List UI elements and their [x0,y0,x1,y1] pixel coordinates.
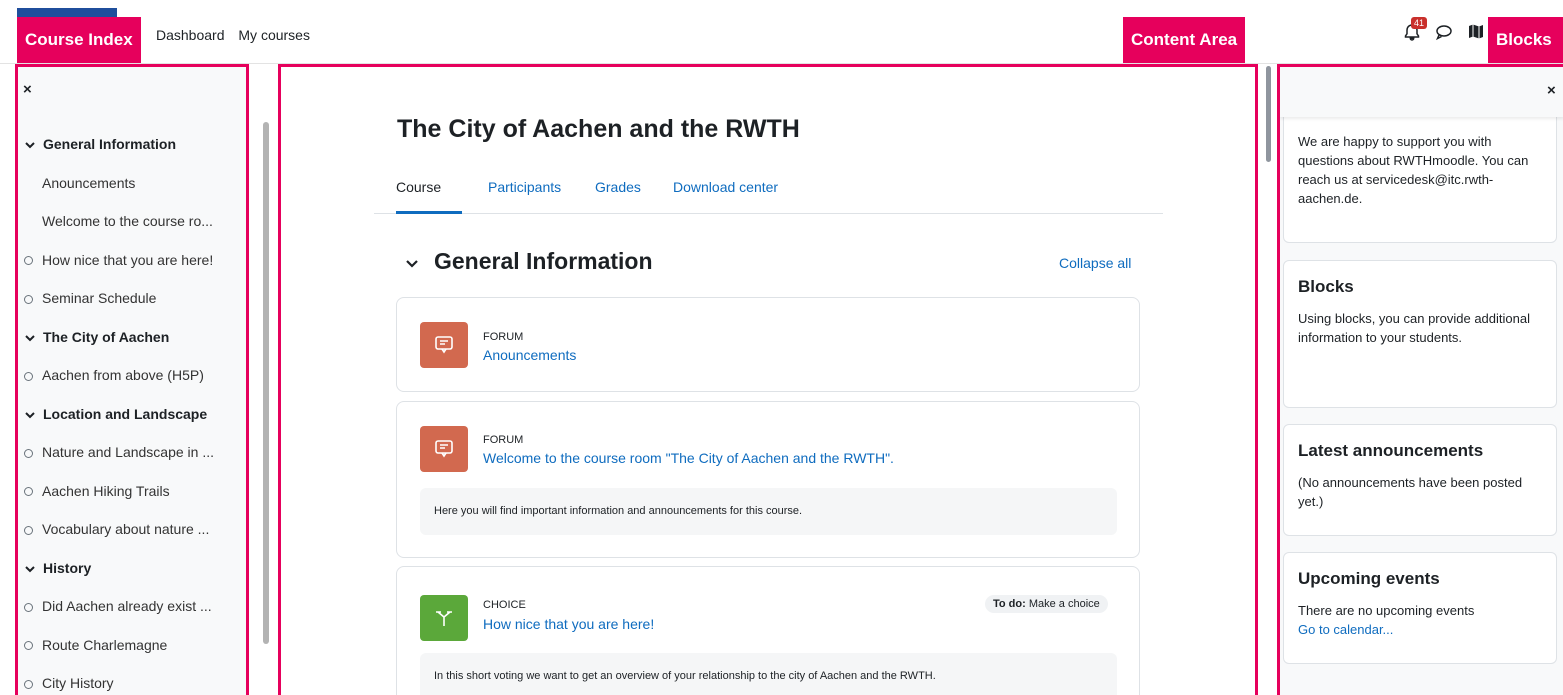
chat-icon[interactable] [1434,22,1454,42]
primary-navigation: Dashboard My courses [156,27,320,43]
nav-dashboard-link[interactable]: Dashboard [156,27,225,43]
course-index-highlight-frame [15,64,249,695]
blocks-highlight-frame [1277,64,1563,695]
blocks-annotation: Blocks [1488,17,1563,63]
course-index-annotation: Course Index [17,17,141,63]
top-navbar: Dashboard My courses 41 [0,0,1563,64]
content-area-highlight-frame [278,64,1258,695]
course-index-scrollbar[interactable] [263,122,269,644]
map-icon[interactable] [1466,22,1486,42]
site-logo[interactable] [17,8,117,17]
main-scrollbar[interactable] [1266,66,1271,162]
notification-count-badge: 41 [1411,17,1428,29]
content-area-annotation: Content Area [1123,17,1246,63]
nav-my-courses-link[interactable]: My courses [238,27,310,43]
